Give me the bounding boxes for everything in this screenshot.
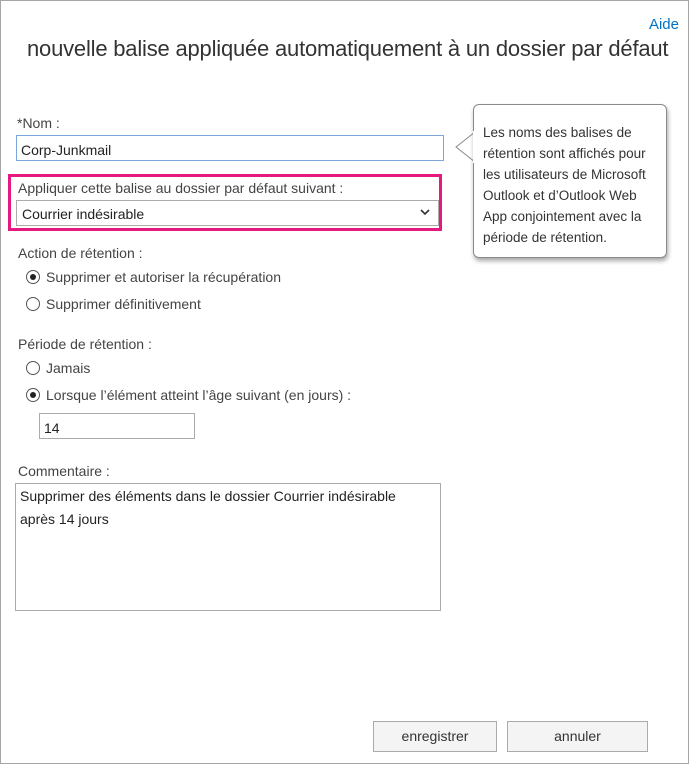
radio-button[interactable] <box>26 297 40 311</box>
radio-label: Supprimer et autoriser la récupération <box>46 269 282 285</box>
default-folder-label: Appliquer cette balise au dossier par dé… <box>18 180 344 196</box>
info-callout: Les noms des balises de rétention sont a… <box>473 104 667 258</box>
comment-label: Commentaire : <box>18 463 110 479</box>
name-input[interactable] <box>16 135 444 161</box>
chevron-down-icon <box>420 209 430 216</box>
save-button[interactable]: enregistrer <box>373 721 497 752</box>
retention-days-input[interactable] <box>39 413 195 439</box>
radio-button[interactable] <box>26 270 40 284</box>
callout-text: Les noms des balises de rétention sont a… <box>483 125 646 245</box>
callout-pointer-mask <box>473 131 477 163</box>
default-folder-select[interactable]: Courrier indésirable <box>16 200 439 226</box>
help-link[interactable]: Aide <box>649 16 679 33</box>
radio-label: Jamais <box>46 360 91 376</box>
radio-label: Lorsque l’élément atteint l’âge suivant … <box>46 387 352 403</box>
radio-label: Supprimer définitivement <box>46 296 201 312</box>
retention-period-label: Période de rétention : <box>18 336 152 352</box>
page-title: nouvelle balise appliquée automatiquemen… <box>27 36 669 61</box>
name-label: *Nom : <box>17 115 60 131</box>
default-folder-selected-value: Courrier indésirable <box>22 206 145 222</box>
comment-textarea[interactable]: Supprimer des éléments dans le dossier C… <box>15 483 441 611</box>
cancel-button[interactable]: annuler <box>507 721 648 752</box>
retention-action-label: Action de rétention : <box>18 245 143 261</box>
radio-button[interactable] <box>26 388 40 402</box>
radio-button[interactable] <box>26 361 40 375</box>
